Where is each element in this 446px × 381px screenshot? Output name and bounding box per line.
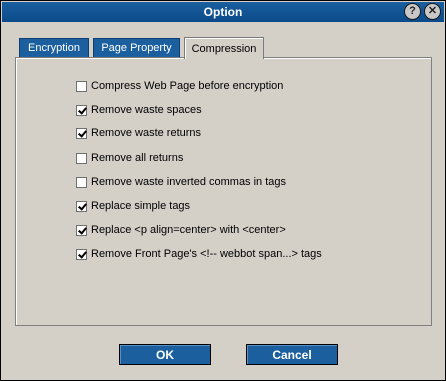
option-label: Replace simple tags — [91, 200, 191, 212]
checkbox[interactable] — [76, 200, 87, 212]
checkbox[interactable] — [76, 104, 87, 116]
option-replace-p-align-center[interactable]: Replace <p align=center> with <center> — [76, 222, 286, 238]
tab-page-property[interactable]: Page Property — [93, 38, 180, 57]
checkbox[interactable] — [76, 224, 87, 236]
checkbox[interactable] — [76, 127, 87, 139]
option-compress-web-page[interactable]: Compress Web Page before encryption — [76, 78, 283, 94]
option-dialog: Option ? ✕ Encryption Page Property Comp… — [0, 0, 446, 381]
tab-compression[interactable]: Compression — [184, 37, 264, 59]
ok-button[interactable]: OK — [119, 344, 211, 365]
checkbox[interactable] — [76, 152, 87, 164]
tab-encryption[interactable]: Encryption — [19, 38, 89, 57]
title-bar[interactable]: Option — [2, 2, 444, 22]
option-remove-inverted-commas[interactable]: Remove waste inverted commas in tags — [76, 174, 286, 190]
cancel-button[interactable]: Cancel — [246, 344, 338, 365]
checkbox[interactable] — [76, 80, 87, 92]
checkbox[interactable] — [76, 176, 87, 188]
option-replace-simple-tags[interactable]: Replace simple tags — [76, 198, 190, 214]
help-icon[interactable]: ? — [404, 3, 421, 20]
option-remove-webbot-span[interactable]: Remove Front Page's <!-- webbot span...>… — [76, 246, 322, 262]
option-remove-waste-returns[interactable]: Remove waste returns — [76, 125, 201, 141]
close-icon[interactable]: ✕ — [424, 3, 441, 20]
window-title: Option — [203, 5, 243, 19]
option-label: Remove waste spaces — [91, 104, 202, 116]
option-remove-all-returns[interactable]: Remove all returns — [76, 150, 183, 166]
option-label: Compress Web Page before encryption — [91, 80, 284, 92]
option-label: Remove Front Page's <!-- webbot span...>… — [91, 248, 322, 260]
compression-panel — [15, 57, 432, 326]
option-label: Remove waste inverted commas in tags — [91, 176, 287, 188]
option-remove-waste-spaces[interactable]: Remove waste spaces — [76, 102, 202, 118]
option-label: Remove waste returns — [91, 127, 202, 139]
checkbox[interactable] — [76, 248, 87, 260]
option-label: Remove all returns — [91, 152, 184, 164]
option-label: Replace <p align=center> with <center> — [91, 224, 286, 236]
